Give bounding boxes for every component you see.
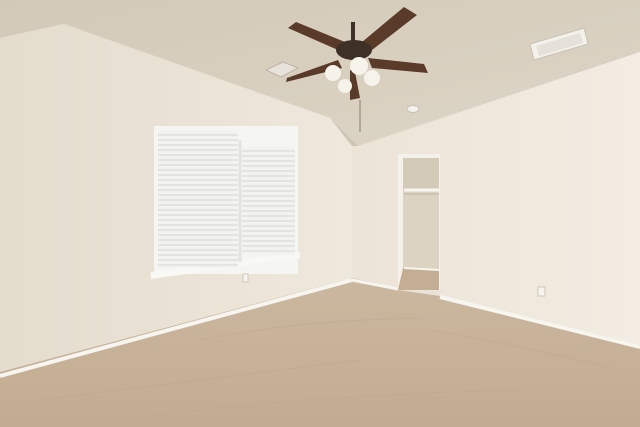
smoke-detector [406,105,420,113]
room-scene [0,0,640,427]
closet-floor [398,268,439,290]
fan-light-bottom [338,79,352,93]
outlet-right [537,286,546,297]
window-with-blinds [151,126,300,279]
fan-light-left [325,65,341,81]
closet-doorway [398,154,440,290]
fan-light-center [350,57,368,75]
fan-light-right [364,70,380,86]
fan-motor [336,40,372,60]
outlet-left [242,273,249,283]
